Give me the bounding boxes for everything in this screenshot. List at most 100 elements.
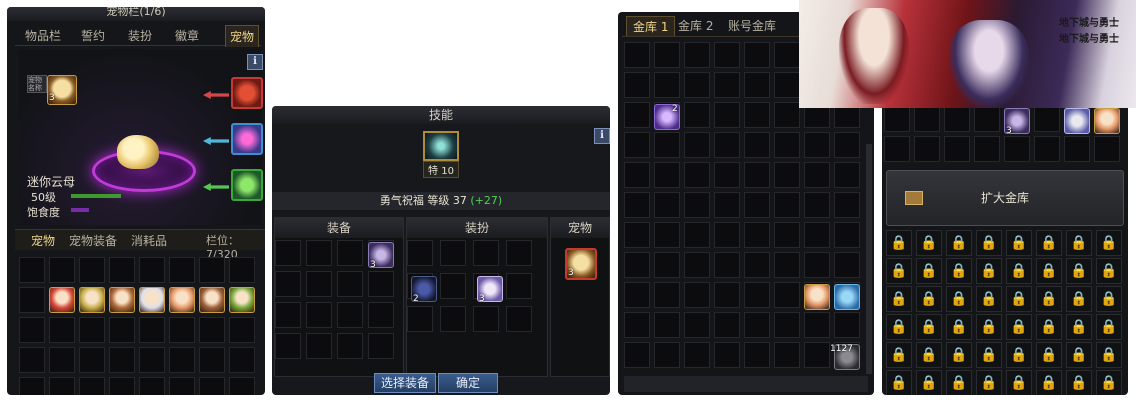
storage-slot[interactable] <box>684 132 710 158</box>
inventory-slot[interactable] <box>139 317 165 343</box>
inventory-slot[interactable] <box>169 377 195 395</box>
storage-slot[interactable] <box>624 162 650 188</box>
pet-sprite[interactable] <box>117 135 159 169</box>
storage-slot[interactable] <box>774 192 800 218</box>
avatar-slot[interactable] <box>407 306 433 332</box>
storage-slot[interactable] <box>654 282 680 308</box>
account-slot[interactable] <box>1004 136 1030 162</box>
storage-slot[interactable] <box>744 102 770 128</box>
pet-item-4[interactable] <box>139 287 165 313</box>
tab-pets[interactable]: 宠物 <box>31 232 55 249</box>
account-slot[interactable] <box>1034 106 1060 132</box>
inventory-slot[interactable] <box>139 377 165 395</box>
inventory-slot[interactable] <box>199 317 225 343</box>
storage-slot[interactable] <box>714 312 740 338</box>
tab-avatar[interactable]: 装扮 <box>128 27 152 44</box>
storage-slot[interactable] <box>684 72 710 98</box>
storage-slot[interactable] <box>714 282 740 308</box>
tab-vault-1[interactable]: 金库 1 <box>626 16 676 36</box>
storage-slot[interactable] <box>744 162 770 188</box>
account-slot[interactable] <box>914 106 940 132</box>
inventory-slot[interactable] <box>49 347 75 373</box>
storage-slot[interactable] <box>714 222 740 248</box>
storage-slot[interactable] <box>654 72 680 98</box>
pet-item-7[interactable] <box>229 287 255 313</box>
inventory-slot[interactable] <box>79 347 105 373</box>
inventory-slot[interactable] <box>199 257 225 283</box>
pet-equip-slot-red[interactable] <box>231 77 263 109</box>
storage-slot[interactable] <box>714 162 740 188</box>
pet-item-2[interactable] <box>79 287 105 313</box>
avatar-slot[interactable] <box>440 273 466 299</box>
storage-slot[interactable] <box>714 192 740 218</box>
account-slot[interactable] <box>1034 136 1060 162</box>
equip-slot[interactable] <box>368 271 394 297</box>
equip-slot[interactable] <box>337 271 363 297</box>
avatar-slot[interactable] <box>440 240 466 266</box>
info-icon[interactable]: i <box>594 128 610 144</box>
equip-slot[interactable] <box>368 302 394 328</box>
account-slot[interactable] <box>944 106 970 132</box>
storage-slot[interactable] <box>714 342 740 368</box>
storage-slot[interactable] <box>834 132 860 158</box>
inventory-slot[interactable] <box>169 317 195 343</box>
tab-consumables[interactable]: 消耗品 <box>131 232 167 249</box>
storage-slot[interactable] <box>624 222 650 248</box>
inventory-slot[interactable] <box>109 317 135 343</box>
storage-slot[interactable] <box>834 252 860 278</box>
info-icon[interactable]: i <box>247 54 263 70</box>
inventory-slot[interactable] <box>49 317 75 343</box>
inventory-slot[interactable] <box>19 347 45 373</box>
storage-slot[interactable] <box>744 222 770 248</box>
storage-slot[interactable] <box>744 132 770 158</box>
select-equip-button[interactable]: 选择装备 <box>374 373 436 393</box>
storage-slot[interactable] <box>684 312 710 338</box>
equip-slot[interactable] <box>306 302 332 328</box>
storage-slot[interactable] <box>774 312 800 338</box>
storage-slot[interactable] <box>804 252 830 278</box>
inventory-slot[interactable] <box>19 257 45 283</box>
game-banner[interactable]: 地下城与勇士 地下城与勇士 <box>799 0 1136 108</box>
storage-slot[interactable] <box>774 342 800 368</box>
inventory-slot[interactable] <box>229 377 255 395</box>
account-slot[interactable] <box>1094 136 1120 162</box>
inventory-slot[interactable] <box>109 347 135 373</box>
storage-slot[interactable] <box>654 252 680 278</box>
inventory-slot[interactable] <box>109 257 135 283</box>
storage-slot[interactable] <box>834 312 860 338</box>
equip-slot[interactable] <box>368 333 394 359</box>
equip-slot[interactable] <box>275 271 301 297</box>
storage-scrollbar[interactable] <box>866 144 872 374</box>
account-slot[interactable] <box>944 136 970 162</box>
equip-slot[interactable] <box>306 240 332 266</box>
tab-vault-2[interactable]: 金库 2 <box>678 17 713 34</box>
storage-slot[interactable] <box>804 342 830 368</box>
inventory-slot[interactable] <box>19 317 45 343</box>
avatar-slot[interactable] <box>473 240 499 266</box>
storage-slot[interactable] <box>624 72 650 98</box>
inventory-slot[interactable] <box>169 347 195 373</box>
storage-slot[interactable] <box>834 192 860 218</box>
tab-pet[interactable]: 宠物 <box>225 25 260 47</box>
storage-slot[interactable] <box>624 102 650 128</box>
storage-slot[interactable] <box>684 42 710 68</box>
inventory-slot[interactable] <box>229 347 255 373</box>
equip-slot[interactable] <box>306 271 332 297</box>
account-item-pet[interactable] <box>1094 108 1120 134</box>
inventory-slot[interactable] <box>229 257 255 283</box>
storage-slot[interactable] <box>684 192 710 218</box>
tab-emblem[interactable]: 徽章 <box>175 27 199 44</box>
skill-icon[interactable] <box>423 131 459 161</box>
tab-pet-equipment[interactable]: 宠物装备 <box>69 232 117 249</box>
equip-slot[interactable] <box>337 240 363 266</box>
storage-slot[interactable] <box>654 342 680 368</box>
storage-slot[interactable] <box>774 162 800 188</box>
pet-equip-slot-blue[interactable] <box>231 123 263 155</box>
storage-slot[interactable] <box>624 342 650 368</box>
pet-equip-slot-green[interactable] <box>231 169 263 201</box>
pet-item-1[interactable] <box>49 287 75 313</box>
storage-slot[interactable] <box>774 222 800 248</box>
pet-item-5[interactable] <box>169 287 195 313</box>
inventory-slot[interactable] <box>199 347 225 373</box>
equip-slot[interactable] <box>275 302 301 328</box>
